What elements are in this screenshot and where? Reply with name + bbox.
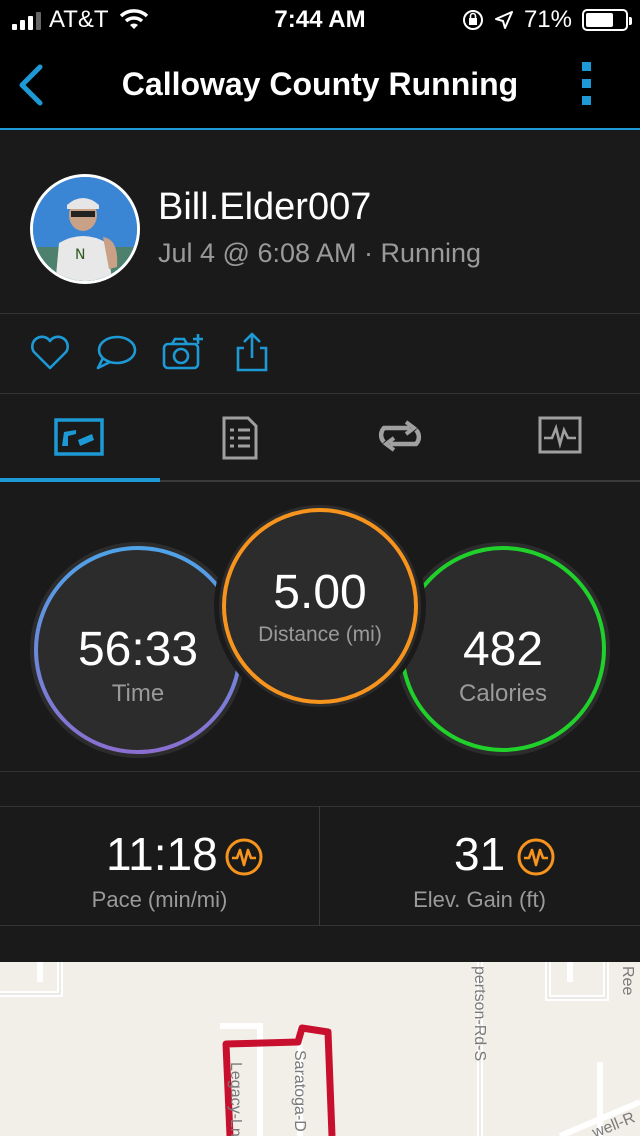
map-roads — [0, 962, 640, 1136]
avatar[interactable]: N — [30, 174, 140, 284]
comment-icon[interactable] — [94, 332, 138, 372]
calories-value: 482 — [462, 623, 544, 676]
action-row — [0, 314, 640, 394]
tab-laps[interactable] — [320, 394, 480, 482]
share-icon[interactable] — [230, 332, 274, 372]
overview-icon — [54, 418, 104, 456]
tab-details[interactable] — [160, 394, 320, 482]
activity-tabs — [0, 394, 640, 482]
charts-icon — [538, 416, 582, 454]
stats-divider — [319, 806, 320, 926]
tab-overview[interactable] — [0, 394, 160, 482]
calories-stat[interactable]: 482 Calories — [396, 542, 610, 756]
activity-meta: Jul 4 @ 6:08 AM · Running — [158, 238, 482, 268]
elevation-activity-badge-icon — [517, 838, 555, 876]
street-label-legacy: Legacy-Ln — [227, 1062, 244, 1136]
elevation-stat[interactable]: 31 Elev. Gain (ft) — [320, 807, 639, 927]
location-icon — [494, 11, 513, 29]
elevation-label: Elev. Gain (ft) — [413, 887, 546, 912]
pace-label: Pace (min/mi) — [91, 887, 228, 912]
user-name[interactable]: Bill.Elder007 — [158, 186, 371, 229]
summary-stats: 56:33 Time 482 Calories 5.00 Distance (m… — [0, 482, 640, 772]
pace-stat[interactable]: 11:18 Pace (min/mi) — [0, 807, 319, 927]
status-right: 71% — [462, 6, 632, 34]
profile-header: N Bill.Elder007 Jul 4 @ 6:08 AM · Runnin… — [0, 130, 640, 314]
elevation-value: 31 — [454, 828, 506, 880]
street-label-robertson: pertson-Rd-S — [471, 966, 488, 1062]
street-label-ree: Ree — [619, 966, 636, 996]
laps-icon — [378, 420, 422, 452]
time-stat[interactable]: 56:33 Time — [30, 542, 246, 758]
pace-activity-badge-icon — [225, 838, 263, 876]
secondary-stats: 11:18 Pace (min/mi) 31 Elev. Gain (ft) — [0, 806, 640, 926]
camera-add-icon[interactable] — [162, 332, 206, 372]
time-label: Time — [111, 680, 165, 707]
orientation-lock-icon — [462, 10, 483, 30]
route-map[interactable]: Legacy-Ln Saratoga-D pertson-Rd-S Ree we… — [0, 962, 640, 1136]
page-title: Calloway County Running — [121, 66, 519, 102]
battery-percent: 71% — [523, 6, 572, 33]
calories-label: Calories — [458, 680, 548, 707]
details-icon — [222, 416, 258, 460]
distance-label: Distance (mi) — [258, 623, 382, 646]
avatar-image: N — [33, 177, 137, 281]
nav-bar: Calloway County Running — [0, 40, 640, 130]
distance-stat[interactable]: 5.00 Distance (mi) — [214, 500, 426, 712]
more-vertical-icon[interactable] — [582, 62, 592, 108]
svg-text:N: N — [75, 247, 85, 263]
tab-charts[interactable] — [480, 394, 640, 482]
status-bar: AT&T 7:44 AM 71% — [0, 0, 640, 40]
pace-value: 11:18 — [106, 828, 218, 880]
screen: AT&T 7:44 AM 71% Calloway County Running… — [0, 0, 640, 1136]
time-value: 56:33 — [77, 623, 199, 676]
street-label-saratoga: Saratoga-D — [291, 1050, 308, 1132]
distance-value: 5.00 — [273, 566, 367, 619]
battery-icon — [582, 9, 632, 31]
heart-icon[interactable] — [28, 332, 72, 372]
